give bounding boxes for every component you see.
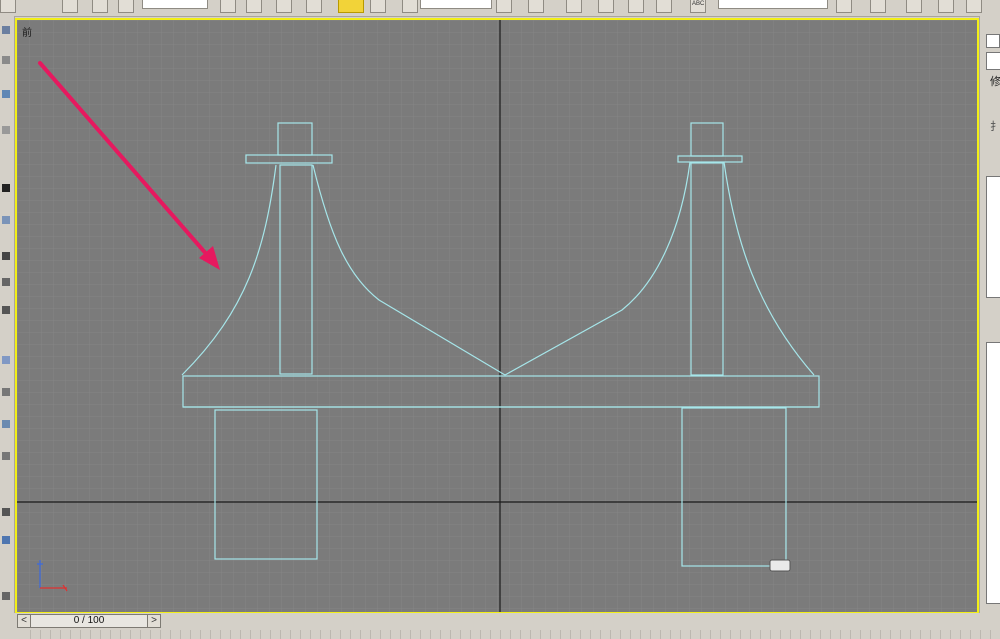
viewport-canvas[interactable] bbox=[17, 20, 977, 612]
rectangular-selection-icon[interactable] bbox=[276, 0, 292, 13]
parameters-rollout[interactable] bbox=[986, 342, 1000, 604]
reference-coordinate-dropdown[interactable] bbox=[420, 0, 492, 9]
left-tool-strip bbox=[0, 16, 15, 613]
unlink-icon[interactable] bbox=[92, 0, 108, 13]
align-icon[interactable] bbox=[870, 0, 886, 13]
pivot-center-icon[interactable] bbox=[496, 0, 512, 13]
abc-label: ABC bbox=[692, 1, 705, 7]
prev-frame-button[interactable]: < bbox=[17, 614, 31, 628]
modify-icon[interactable] bbox=[2, 56, 10, 64]
panel-tab-box[interactable] bbox=[986, 34, 1000, 48]
viewport-label[interactable]: 前 bbox=[22, 24, 32, 39]
angle-snap-icon[interactable] bbox=[598, 0, 614, 13]
frame-counter: 0 / 100 bbox=[73, 615, 105, 626]
panel-field-label: 扌 bbox=[990, 120, 1000, 133]
mirror-icon[interactable] bbox=[836, 0, 852, 13]
modifier-tab-label[interactable]: 修 bbox=[990, 73, 1000, 89]
bind-spacewarp-icon[interactable] bbox=[118, 0, 134, 13]
tool-icon-f[interactable] bbox=[2, 452, 10, 460]
front-viewport[interactable]: 前 bbox=[15, 18, 979, 614]
spinner-snap-icon[interactable] bbox=[656, 0, 672, 13]
next-frame-button[interactable]: > bbox=[147, 614, 161, 628]
window-crossing-icon[interactable] bbox=[306, 0, 322, 13]
time-slider[interactable]: 0 / 100 bbox=[30, 614, 148, 628]
tool-icon-c[interactable] bbox=[2, 356, 10, 364]
select-and-move-icon[interactable] bbox=[338, 0, 364, 13]
viewport-nav-gizmo[interactable] bbox=[769, 559, 791, 572]
select-and-scale-icon[interactable] bbox=[402, 0, 418, 13]
curve-editor-icon[interactable] bbox=[938, 0, 954, 13]
display-icon[interactable] bbox=[2, 216, 10, 224]
motion-icon[interactable] bbox=[2, 126, 10, 134]
snaps-toggle-icon[interactable] bbox=[566, 0, 582, 13]
viewport-grid bbox=[17, 20, 977, 612]
panel-name-field[interactable] bbox=[986, 52, 1000, 70]
select-object-icon[interactable] bbox=[220, 0, 236, 13]
hierarchy-icon[interactable] bbox=[2, 90, 10, 98]
layer-manager-icon[interactable] bbox=[906, 0, 922, 13]
tool-icon-a[interactable] bbox=[2, 278, 10, 286]
select-filter-icon[interactable] bbox=[0, 0, 16, 13]
link-icon[interactable] bbox=[62, 0, 78, 13]
tool-icon-h[interactable] bbox=[2, 536, 10, 544]
command-panel: 修 扌 bbox=[979, 16, 1000, 613]
tool-icon-b[interactable] bbox=[2, 306, 10, 314]
utilities-icon[interactable] bbox=[2, 252, 10, 260]
select-by-name-icon[interactable] bbox=[246, 0, 262, 13]
track-bar[interactable] bbox=[30, 630, 1000, 639]
named-selection-sets-field[interactable] bbox=[718, 0, 828, 9]
tool-icon-d[interactable] bbox=[2, 388, 10, 396]
select-and-rotate-icon[interactable] bbox=[370, 0, 386, 13]
main-toolbar: ABC bbox=[0, 0, 1000, 17]
tool-icon-e[interactable] bbox=[2, 420, 10, 428]
tool-icon-i[interactable] bbox=[2, 592, 10, 600]
percent-snap-icon[interactable] bbox=[628, 0, 644, 13]
schematic-view-icon[interactable] bbox=[966, 0, 982, 13]
time-slider-bar: < 0 / 100 > bbox=[0, 613, 1000, 639]
tool-icon-g[interactable] bbox=[2, 508, 10, 516]
modifier-stack-list[interactable] bbox=[986, 176, 1000, 298]
create-icon[interactable] bbox=[2, 26, 10, 34]
lock-icon[interactable] bbox=[2, 184, 10, 192]
select-manipulate-icon[interactable] bbox=[528, 0, 544, 13]
selection-filter-dropdown[interactable] bbox=[142, 0, 208, 9]
